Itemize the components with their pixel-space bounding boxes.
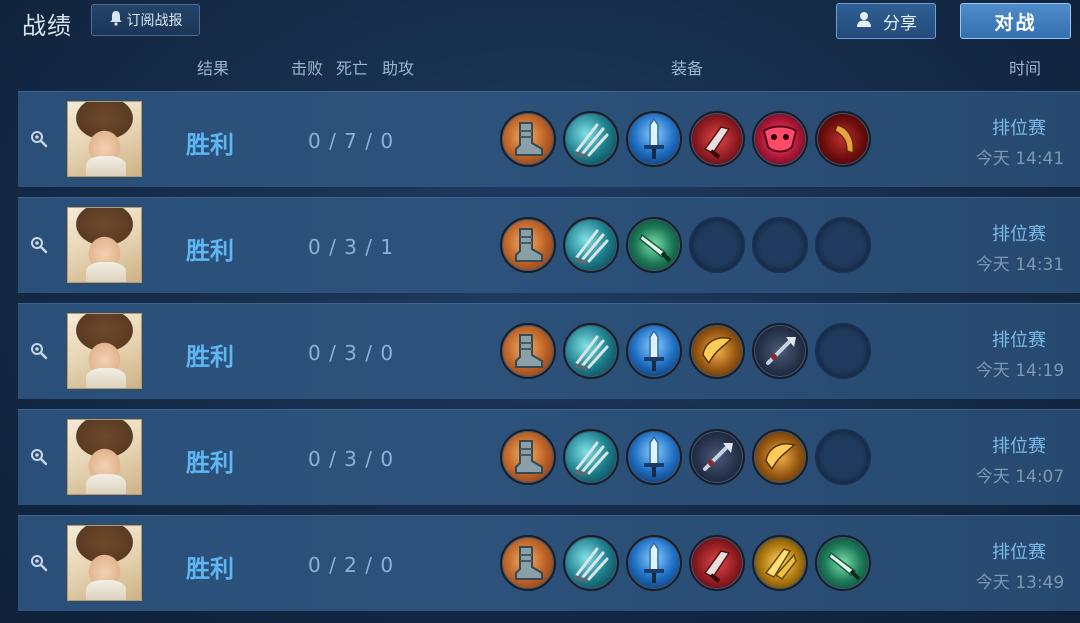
hero-avatar[interactable] bbox=[67, 207, 142, 283]
column-header-deaths: 死亡 bbox=[336, 59, 369, 78]
match-row[interactable]: 胜利 0 / 3 / 0 bootsclawswordbowspear 排位赛 … bbox=[18, 303, 1080, 399]
magnifier-icon[interactable] bbox=[30, 342, 48, 360]
match-time: 今天 14:07 bbox=[975, 467, 1065, 487]
boots-item-icon[interactable]: boots bbox=[500, 323, 556, 379]
magnifier-icon[interactable] bbox=[30, 554, 48, 572]
boots-item-icon[interactable]: boots bbox=[500, 429, 556, 485]
equipment-list: bootsclawdagger bbox=[500, 217, 871, 273]
hero-avatar[interactable] bbox=[67, 419, 142, 495]
column-header-result: 结果 bbox=[197, 59, 230, 78]
fang-item-icon[interactable]: fang bbox=[815, 111, 871, 167]
claw-item-icon[interactable]: claw bbox=[563, 323, 619, 379]
match-result: 胜利 bbox=[186, 131, 234, 159]
equipment-slot-empty bbox=[815, 323, 871, 379]
match-kda: 0 / 7 / 0 bbox=[308, 129, 395, 153]
claw-item-icon[interactable]: claw bbox=[563, 217, 619, 273]
match-result: 胜利 bbox=[186, 555, 234, 583]
match-time: 今天 14:19 bbox=[975, 361, 1065, 381]
match-kda: 0 / 3 / 0 bbox=[308, 447, 395, 471]
match-row[interactable]: 胜利 0 / 2 / 0 bootsclawswordredbladegoldd… bbox=[18, 515, 1080, 611]
subscribe-report-button[interactable]: 订阅战报 bbox=[91, 4, 200, 36]
magnifier-icon[interactable] bbox=[30, 130, 48, 148]
hero-avatar[interactable] bbox=[67, 525, 142, 601]
share-button[interactable]: 分享 bbox=[836, 3, 936, 39]
equipment-slot-empty bbox=[752, 217, 808, 273]
match-mode: 排位赛 bbox=[992, 330, 1046, 351]
match-row[interactable]: 胜利 0 / 3 / 0 bootsclawswordspearbow 排位赛 … bbox=[18, 409, 1080, 505]
boots-item-icon[interactable]: boots bbox=[500, 217, 556, 273]
match-kda: 0 / 3 / 1 bbox=[308, 235, 395, 259]
top-bar: 战绩 订阅战报 分享 对战 bbox=[0, 0, 1080, 44]
column-header-assists: 助攻 bbox=[382, 59, 415, 78]
dagger-item-icon[interactable]: dagger bbox=[815, 535, 871, 591]
equipment-slot-empty bbox=[689, 217, 745, 273]
gold-item-icon[interactable]: gold bbox=[752, 535, 808, 591]
match-mode: 排位赛 bbox=[992, 542, 1046, 563]
redblade-item-icon[interactable]: redblade bbox=[689, 111, 745, 167]
claw-item-icon[interactable]: claw bbox=[563, 429, 619, 485]
match-time: 今天 13:49 bbox=[975, 573, 1065, 593]
equipment-list: bootsclawswordbowspear bbox=[500, 323, 871, 379]
match-row[interactable]: 胜利 0 / 7 / 0 bootsclawswordredblademaskf… bbox=[18, 91, 1080, 187]
match-result: 胜利 bbox=[186, 237, 234, 265]
equipment-list: bootsclawswordspearbow bbox=[500, 429, 871, 485]
dagger-item-icon[interactable]: dagger bbox=[626, 217, 682, 273]
user-share-icon bbox=[855, 10, 873, 33]
equipment-list: bootsclawswordredblademaskfang bbox=[500, 111, 871, 167]
match-mode: 排位赛 bbox=[992, 224, 1046, 245]
match-result: 胜利 bbox=[186, 343, 234, 371]
match-mode: 排位赛 bbox=[992, 436, 1046, 457]
battle-button[interactable]: 对战 bbox=[960, 3, 1071, 39]
magnifier-icon[interactable] bbox=[30, 448, 48, 466]
column-header-equipment: 装备 bbox=[671, 59, 704, 78]
equipment-list: bootsclawswordredbladegolddagger bbox=[500, 535, 871, 591]
match-row[interactable]: 胜利 0 / 3 / 1 bootsclawdagger 排位赛 今天 14:3… bbox=[18, 197, 1080, 293]
bow-item-icon[interactable]: bow bbox=[752, 429, 808, 485]
match-time: 今天 14:41 bbox=[975, 149, 1065, 169]
boots-item-icon[interactable]: boots bbox=[500, 535, 556, 591]
match-mode: 排位赛 bbox=[992, 118, 1046, 139]
column-header-time: 时间 bbox=[1009, 59, 1042, 78]
match-kda: 0 / 3 / 0 bbox=[308, 341, 395, 365]
boots-item-icon[interactable]: boots bbox=[500, 111, 556, 167]
hero-avatar[interactable] bbox=[67, 313, 142, 389]
claw-item-icon[interactable]: claw bbox=[563, 535, 619, 591]
magnifier-icon[interactable] bbox=[30, 236, 48, 254]
page-title: 战绩 bbox=[22, 12, 72, 40]
spear-item-icon[interactable]: spear bbox=[689, 429, 745, 485]
spear-item-icon[interactable]: spear bbox=[752, 323, 808, 379]
match-time: 今天 14:31 bbox=[975, 255, 1065, 275]
match-result: 胜利 bbox=[186, 449, 234, 477]
claw-item-icon[interactable]: claw bbox=[563, 111, 619, 167]
sword-item-icon[interactable]: sword bbox=[626, 111, 682, 167]
match-kda: 0 / 2 / 0 bbox=[308, 553, 395, 577]
sword-item-icon[interactable]: sword bbox=[626, 535, 682, 591]
hero-avatar[interactable] bbox=[67, 101, 142, 177]
sword-item-icon[interactable]: sword bbox=[626, 323, 682, 379]
bow-item-icon[interactable]: bow bbox=[689, 323, 745, 379]
share-label: 分享 bbox=[883, 13, 917, 34]
subscribe-report-label: 订阅战报 bbox=[126, 13, 183, 29]
redblade-item-icon[interactable]: redblade bbox=[689, 535, 745, 591]
sword-item-icon[interactable]: sword bbox=[626, 429, 682, 485]
equipment-slot-empty bbox=[815, 429, 871, 485]
column-header-kills: 击败 bbox=[291, 59, 324, 78]
mask-item-icon[interactable]: mask bbox=[752, 111, 808, 167]
bell-icon bbox=[109, 10, 123, 30]
equipment-slot-empty bbox=[815, 217, 871, 273]
